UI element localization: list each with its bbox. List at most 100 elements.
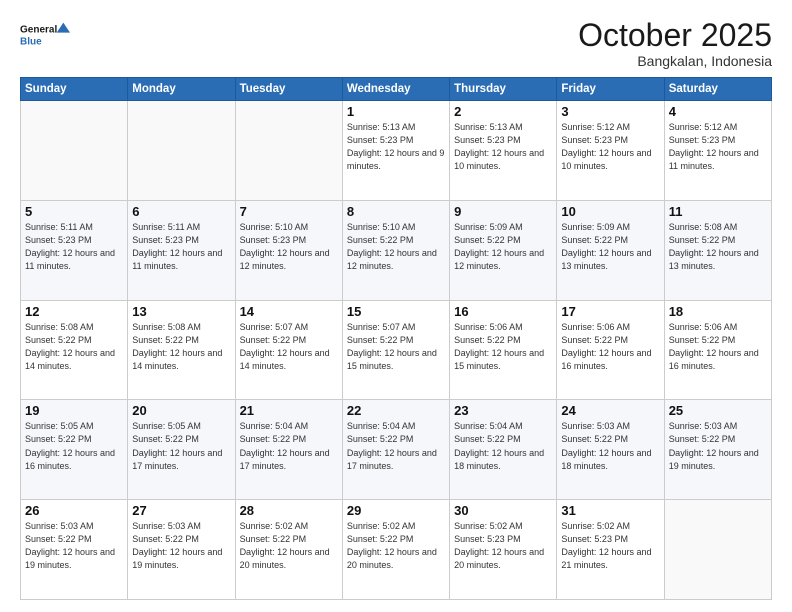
table-row: 12 Sunrise: 5:08 AM Sunset: 5:22 PM Dayl… (21, 300, 128, 400)
day-number: 7 (240, 204, 338, 219)
sunrise-text: Sunrise: 5:08 AM (132, 322, 201, 332)
sunrise-text: Sunrise: 5:05 AM (25, 421, 94, 431)
day-info: Sunrise: 5:09 AM Sunset: 5:22 PM Dayligh… (561, 221, 659, 273)
table-row: 7 Sunrise: 5:10 AM Sunset: 5:23 PM Dayli… (235, 200, 342, 300)
table-row: 1 Sunrise: 5:13 AM Sunset: 5:23 PM Dayli… (342, 101, 449, 201)
daylight-text: Daylight: 12 hours and 13 minutes. (669, 248, 759, 271)
day-info: Sunrise: 5:08 AM Sunset: 5:22 PM Dayligh… (669, 221, 767, 273)
day-info: Sunrise: 5:06 AM Sunset: 5:22 PM Dayligh… (454, 321, 552, 373)
sunrise-text: Sunrise: 5:11 AM (132, 222, 200, 232)
daylight-text: Daylight: 12 hours and 17 minutes. (240, 448, 330, 471)
calendar-table: Sunday Monday Tuesday Wednesday Thursday… (20, 77, 772, 600)
day-info: Sunrise: 5:11 AM Sunset: 5:23 PM Dayligh… (25, 221, 123, 273)
sunset-text: Sunset: 5:22 PM (25, 434, 92, 444)
sunrise-text: Sunrise: 5:06 AM (454, 322, 523, 332)
daylight-text: Daylight: 12 hours and 12 minutes. (347, 248, 437, 271)
table-row: 13 Sunrise: 5:08 AM Sunset: 5:22 PM Dayl… (128, 300, 235, 400)
day-info: Sunrise: 5:12 AM Sunset: 5:23 PM Dayligh… (669, 121, 767, 173)
sunrise-text: Sunrise: 5:13 AM (347, 122, 416, 132)
sunset-text: Sunset: 5:22 PM (25, 335, 92, 345)
daylight-text: Daylight: 12 hours and 19 minutes. (25, 547, 115, 570)
daylight-text: Daylight: 12 hours and 12 minutes. (454, 248, 544, 271)
table-row: 16 Sunrise: 5:06 AM Sunset: 5:22 PM Dayl… (450, 300, 557, 400)
daylight-text: Daylight: 12 hours and 21 minutes. (561, 547, 651, 570)
logo: General Blue (20, 18, 70, 54)
daylight-text: Daylight: 12 hours and 20 minutes. (347, 547, 437, 570)
day-number: 25 (669, 403, 767, 418)
day-info: Sunrise: 5:05 AM Sunset: 5:22 PM Dayligh… (25, 420, 123, 472)
sunset-text: Sunset: 5:22 PM (240, 434, 307, 444)
sunrise-text: Sunrise: 5:03 AM (669, 421, 738, 431)
day-info: Sunrise: 5:02 AM Sunset: 5:22 PM Dayligh… (240, 520, 338, 572)
sunset-text: Sunset: 5:23 PM (561, 534, 628, 544)
day-number: 23 (454, 403, 552, 418)
day-info: Sunrise: 5:02 AM Sunset: 5:23 PM Dayligh… (454, 520, 552, 572)
sunrise-text: Sunrise: 5:04 AM (240, 421, 309, 431)
table-row: 11 Sunrise: 5:08 AM Sunset: 5:22 PM Dayl… (664, 200, 771, 300)
daylight-text: Daylight: 12 hours and 11 minutes. (25, 248, 115, 271)
sunrise-text: Sunrise: 5:09 AM (561, 222, 630, 232)
header-saturday: Saturday (664, 78, 771, 101)
day-number: 27 (132, 503, 230, 518)
table-row: 2 Sunrise: 5:13 AM Sunset: 5:23 PM Dayli… (450, 101, 557, 201)
day-info: Sunrise: 5:13 AM Sunset: 5:23 PM Dayligh… (454, 121, 552, 173)
sunrise-text: Sunrise: 5:12 AM (669, 122, 738, 132)
daylight-text: Daylight: 12 hours and 19 minutes. (669, 448, 759, 471)
day-info: Sunrise: 5:07 AM Sunset: 5:22 PM Dayligh… (240, 321, 338, 373)
week-row-2: 5 Sunrise: 5:11 AM Sunset: 5:23 PM Dayli… (21, 200, 772, 300)
sunset-text: Sunset: 5:23 PM (25, 235, 92, 245)
sunrise-text: Sunrise: 5:08 AM (25, 322, 94, 332)
sunset-text: Sunset: 5:22 PM (347, 434, 414, 444)
sunrise-text: Sunrise: 5:02 AM (240, 521, 309, 531)
table-row: 22 Sunrise: 5:04 AM Sunset: 5:22 PM Dayl… (342, 400, 449, 500)
title-section: October 2025 Bangkalan, Indonesia (578, 18, 772, 69)
table-row (128, 101, 235, 201)
sunrise-text: Sunrise: 5:03 AM (132, 521, 201, 531)
sunrise-text: Sunrise: 5:07 AM (347, 322, 416, 332)
sunset-text: Sunset: 5:22 PM (454, 235, 521, 245)
day-info: Sunrise: 5:03 AM Sunset: 5:22 PM Dayligh… (561, 420, 659, 472)
week-row-1: 1 Sunrise: 5:13 AM Sunset: 5:23 PM Dayli… (21, 101, 772, 201)
sunrise-text: Sunrise: 5:10 AM (240, 222, 309, 232)
day-number: 20 (132, 403, 230, 418)
day-info: Sunrise: 5:10 AM Sunset: 5:22 PM Dayligh… (347, 221, 445, 273)
header-wednesday: Wednesday (342, 78, 449, 101)
daylight-text: Daylight: 12 hours and 9 minutes. (347, 148, 445, 171)
sunset-text: Sunset: 5:22 PM (669, 434, 736, 444)
table-row: 4 Sunrise: 5:12 AM Sunset: 5:23 PM Dayli… (664, 101, 771, 201)
daylight-text: Daylight: 12 hours and 20 minutes. (240, 547, 330, 570)
day-number: 14 (240, 304, 338, 319)
sunset-text: Sunset: 5:22 PM (132, 534, 199, 544)
day-number: 16 (454, 304, 552, 319)
day-info: Sunrise: 5:04 AM Sunset: 5:22 PM Dayligh… (347, 420, 445, 472)
daylight-text: Daylight: 12 hours and 18 minutes. (561, 448, 651, 471)
table-row: 17 Sunrise: 5:06 AM Sunset: 5:22 PM Dayl… (557, 300, 664, 400)
sunset-text: Sunset: 5:22 PM (454, 434, 521, 444)
daylight-text: Daylight: 12 hours and 17 minutes. (347, 448, 437, 471)
daylight-text: Daylight: 12 hours and 10 minutes. (454, 148, 544, 171)
sunrise-text: Sunrise: 5:06 AM (669, 322, 738, 332)
sunrise-text: Sunrise: 5:02 AM (454, 521, 523, 531)
day-number: 4 (669, 104, 767, 119)
logo-svg: General Blue (20, 18, 70, 54)
calendar-page: General Blue October 2025 Bangkalan, Ind… (0, 0, 792, 612)
sunrise-text: Sunrise: 5:13 AM (454, 122, 523, 132)
week-row-5: 26 Sunrise: 5:03 AM Sunset: 5:22 PM Dayl… (21, 500, 772, 600)
day-number: 13 (132, 304, 230, 319)
sunrise-text: Sunrise: 5:08 AM (669, 222, 738, 232)
table-row: 26 Sunrise: 5:03 AM Sunset: 5:22 PM Dayl… (21, 500, 128, 600)
header-thursday: Thursday (450, 78, 557, 101)
sunrise-text: Sunrise: 5:06 AM (561, 322, 630, 332)
weekday-header-row: Sunday Monday Tuesday Wednesday Thursday… (21, 78, 772, 101)
table-row: 6 Sunrise: 5:11 AM Sunset: 5:23 PM Dayli… (128, 200, 235, 300)
day-info: Sunrise: 5:08 AM Sunset: 5:22 PM Dayligh… (132, 321, 230, 373)
day-number: 15 (347, 304, 445, 319)
header-sunday: Sunday (21, 78, 128, 101)
sunrise-text: Sunrise: 5:03 AM (25, 521, 94, 531)
sunset-text: Sunset: 5:22 PM (240, 335, 307, 345)
sunset-text: Sunset: 5:22 PM (240, 534, 307, 544)
sunset-text: Sunset: 5:22 PM (25, 534, 92, 544)
day-info: Sunrise: 5:10 AM Sunset: 5:23 PM Dayligh… (240, 221, 338, 273)
day-number: 6 (132, 204, 230, 219)
sunrise-text: Sunrise: 5:09 AM (454, 222, 523, 232)
